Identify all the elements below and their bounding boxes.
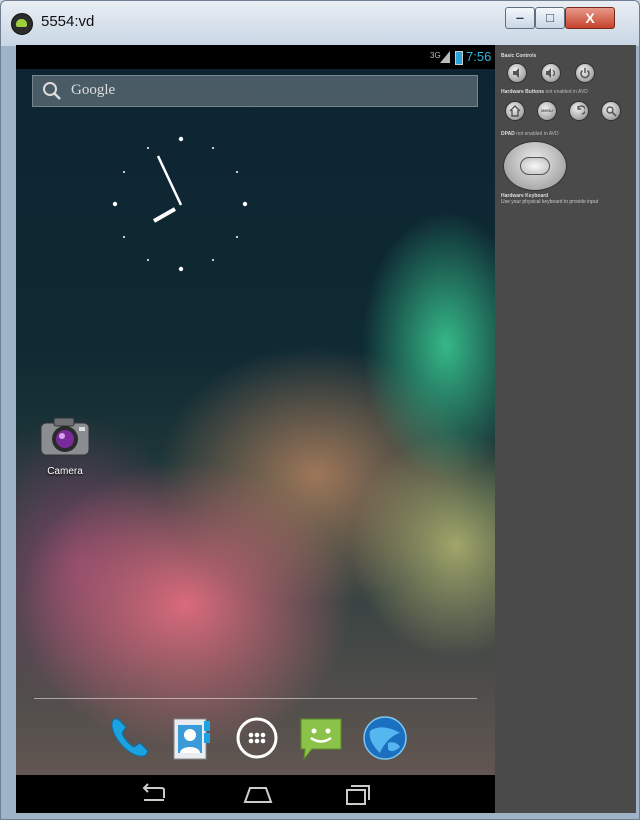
hardware-buttons-note: not enabled in AVD [545, 89, 588, 95]
dpad-heading: DPAD not enabled in AVD [501, 131, 559, 137]
status-bar[interactable]: 3G 7:56 [16, 45, 495, 69]
camera-icon [40, 417, 90, 456]
back-arrow-icon [577, 105, 585, 115]
dpad-title: DPAD [501, 131, 515, 137]
analog-clock-widget[interactable] [101, 127, 261, 287]
hw-menu-button[interactable]: MENU [537, 101, 557, 121]
battery-icon [455, 51, 463, 65]
search-placeholder: Google [71, 82, 116, 98]
device-screen[interactable]: 3G 7:56 Google Camera [16, 45, 495, 813]
navigation-bar [16, 775, 495, 813]
keyboard-note: Use your physical keyboard to provide in… [501, 199, 598, 205]
volume-down-icon [513, 68, 519, 78]
house-icon [509, 105, 521, 117]
dpad-note: not enabled in AVD [516, 131, 559, 137]
google-search-bar[interactable]: Google [32, 75, 478, 107]
power-icon [580, 68, 590, 79]
dpad-center-button[interactable] [520, 157, 550, 175]
hardware-buttons-title: Hardware Buttons [501, 89, 545, 95]
status-time: 7:56 [466, 49, 492, 64]
app-drawer-icon[interactable] [232, 713, 282, 763]
volume-down-button[interactable] [507, 63, 527, 83]
emulator-controls-panel: Basic Controls Hardware Buttons not enab… [495, 45, 636, 813]
magnifier-icon [606, 106, 617, 117]
hardware-buttons-heading: Hardware Buttons not enabled in AVD [501, 89, 588, 95]
messaging-icon[interactable] [296, 713, 346, 763]
search-icon [43, 82, 61, 100]
browser-icon[interactable] [360, 713, 410, 763]
minimize-button[interactable]: ‒ [505, 7, 535, 29]
hour-hand [153, 207, 176, 223]
maximize-button[interactable]: □ [535, 7, 565, 29]
minimize-icon: ‒ [516, 10, 524, 25]
hw-search-button[interactable] [601, 101, 621, 121]
home-icon[interactable] [238, 780, 278, 808]
volume-up-icon [546, 68, 556, 78]
phone-icon[interactable] [104, 713, 154, 763]
volume-up-button[interactable] [541, 63, 561, 83]
home-app-camera[interactable]: Camera [38, 415, 92, 477]
android-app-icon [11, 13, 33, 35]
dock-divider [34, 698, 477, 699]
window-title: 5554:vd [41, 13, 95, 30]
recents-icon[interactable] [338, 780, 378, 808]
contacts-icon[interactable] [168, 713, 218, 763]
minute-hand [156, 155, 183, 206]
basic-controls-heading: Basic Controls [501, 53, 537, 59]
hw-home-button[interactable] [505, 101, 525, 121]
power-button[interactable] [575, 63, 595, 83]
title-bar[interactable]: 5554:vd ‒ □ X [1, 1, 640, 45]
close-button[interactable]: X [565, 7, 615, 29]
emulator-window: 5554:vd ‒ □ X 3G 7:56 Google Camera Basi… [0, 0, 640, 820]
app-label: Camera [47, 466, 83, 477]
dpad-control[interactable] [503, 141, 567, 191]
dock [104, 713, 414, 767]
maximize-icon: □ [546, 10, 554, 25]
menu-label: MENU [541, 108, 553, 113]
back-icon[interactable] [134, 780, 174, 808]
signal-icon [440, 51, 450, 63]
close-icon: X [585, 10, 595, 26]
hw-back-button[interactable] [569, 101, 589, 121]
